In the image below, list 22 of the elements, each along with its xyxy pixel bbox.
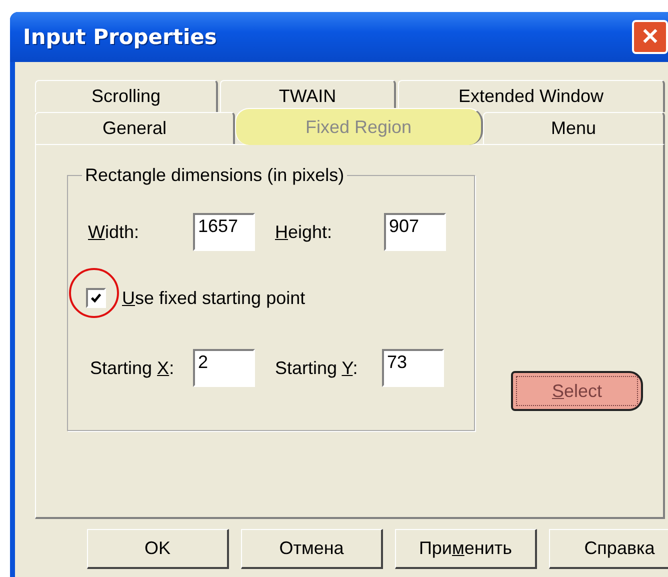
input-field[interactable]: 73 bbox=[382, 349, 444, 387]
tab[interactable]: Scrolling bbox=[35, 80, 218, 112]
field-label: Width: bbox=[88, 222, 140, 242]
input-field[interactable]: 1657 bbox=[193, 213, 255, 251]
field-label: Height: bbox=[275, 222, 334, 242]
checkmark-icon bbox=[90, 292, 102, 304]
input-field[interactable]: 2 bbox=[193, 349, 255, 387]
dialog-button[interactable]: Применить bbox=[395, 529, 537, 569]
close-button[interactable]: ✕ bbox=[632, 20, 668, 54]
checkbox-label[interactable]: Use fixed starting point bbox=[122, 288, 306, 308]
window-title: Input Properties bbox=[23, 25, 217, 49]
tab[interactable]: Menu bbox=[483, 112, 665, 144]
dialog-button[interactable]: OK bbox=[87, 529, 229, 569]
dialog-button[interactable]: Справка bbox=[549, 529, 668, 569]
input-field[interactable]: 907 bbox=[384, 213, 446, 251]
dialog-button[interactable]: Отмена bbox=[241, 529, 383, 569]
checkbox[interactable] bbox=[86, 288, 106, 308]
field-label: Starting X: bbox=[90, 358, 176, 378]
field-label: Starting Y: bbox=[275, 358, 359, 378]
select-button[interactable]: Select bbox=[511, 371, 643, 411]
tab[interactable]: General bbox=[35, 112, 235, 144]
group-title: Rectangle dimensions (in pixels) bbox=[82, 165, 348, 186]
